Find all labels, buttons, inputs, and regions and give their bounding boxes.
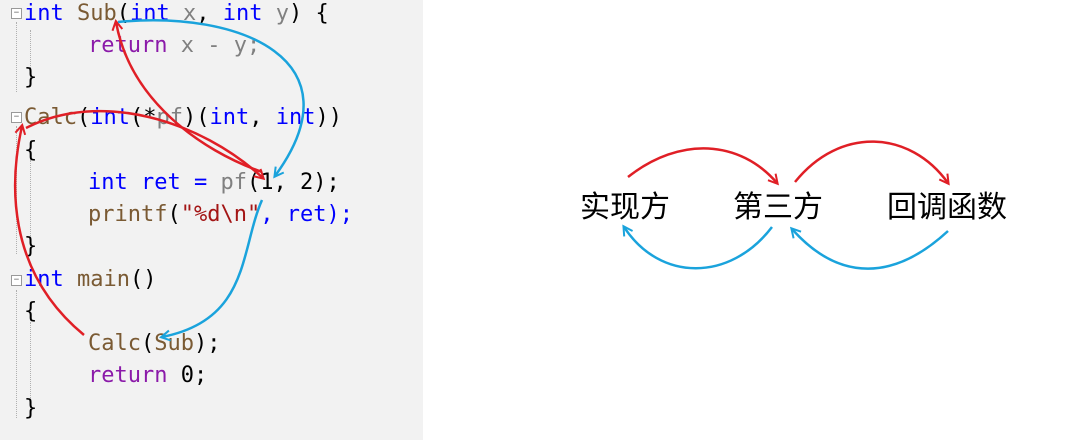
red-arrow-calc-to-pf bbox=[25, 109, 263, 178]
red-arrow-pf-to-sub bbox=[116, 22, 263, 174]
red-arrow-main-to-calc bbox=[13, 126, 85, 336]
arrows-layer bbox=[13, 0, 1067, 440]
red-arrow-thirdparty-to-callback bbox=[794, 140, 948, 183]
blue-arrow-thirdparty-to-implementer bbox=[624, 227, 773, 270]
blue-arrow-callback-to-thirdparty bbox=[792, 229, 949, 270]
blue-arrow-sub-to-pf bbox=[117, 19, 305, 176]
red-arrow-implementer-to-thirdparty bbox=[627, 147, 777, 183]
blue-arrow-pf-to-main bbox=[162, 199, 264, 337]
